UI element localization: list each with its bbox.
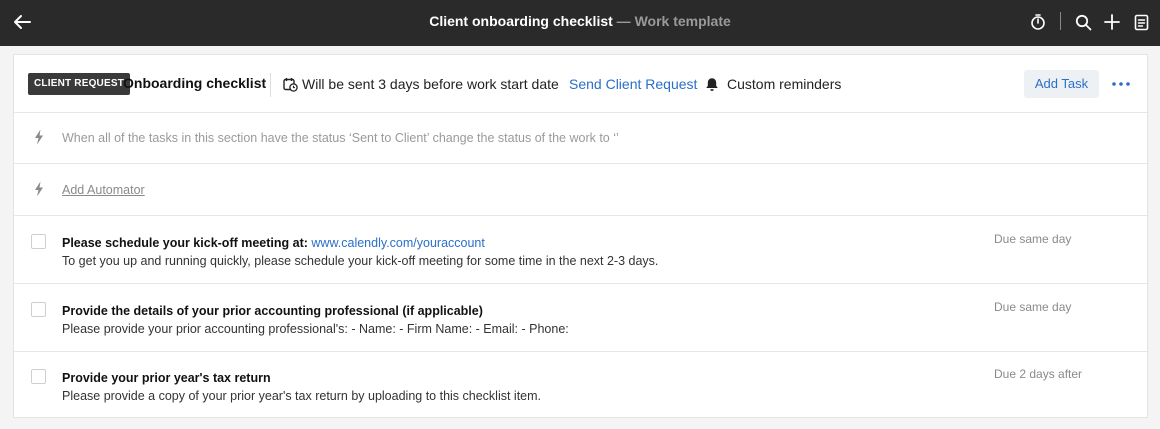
page-title-text: Client onboarding checklist bbox=[429, 13, 613, 29]
task-description: To get you up and running quickly, pleas… bbox=[62, 254, 659, 268]
header-divider bbox=[270, 73, 271, 97]
add-task-button[interactable]: Add Task bbox=[1024, 70, 1099, 98]
topbar-divider bbox=[1060, 12, 1061, 30]
task-title: Please schedule your kick-off meeting at… bbox=[62, 236, 485, 250]
task-description: Please provide your prior accounting pro… bbox=[62, 322, 569, 336]
task-checkbox[interactable] bbox=[31, 234, 46, 249]
custom-reminders-label[interactable]: Custom reminders bbox=[727, 76, 841, 92]
automation-rule-text[interactable]: When all of the tasks in this section ha… bbox=[62, 131, 619, 145]
task-due-date[interactable]: Due same day bbox=[994, 232, 1071, 246]
page-title: Client onboarding checklist — Work templ… bbox=[0, 13, 1160, 29]
section-title: Onboarding checklist bbox=[123, 75, 267, 91]
section-header: CLIENT REQUEST Onboarding checklist Will… bbox=[14, 55, 1149, 113]
plus-icon[interactable] bbox=[1102, 11, 1122, 33]
send-schedule-text: Will be sent 3 days before work start da… bbox=[302, 76, 559, 92]
task-row: Provide your prior year's tax return Ple… bbox=[14, 352, 1149, 418]
task-title-text: Please schedule your kick-off meeting at… bbox=[62, 236, 312, 250]
task-checkbox[interactable] bbox=[31, 302, 46, 317]
automation-rule-row: When all of the tasks in this section ha… bbox=[14, 113, 1149, 164]
page-subtitle: Work template bbox=[634, 13, 731, 29]
task-title: Provide the details of your prior accoun… bbox=[62, 304, 483, 318]
lightning-icon bbox=[32, 180, 46, 198]
more-options-icon[interactable] bbox=[1110, 73, 1132, 95]
timer-icon[interactable] bbox=[1028, 11, 1048, 33]
add-automator-row: Add Automator bbox=[14, 164, 1149, 216]
calendly-link[interactable]: www.calendly.com/youraccount bbox=[311, 236, 484, 250]
bell-icon[interactable] bbox=[704, 75, 720, 93]
client-request-badge: CLIENT REQUEST bbox=[28, 73, 131, 95]
calendar-clock-icon bbox=[282, 75, 298, 93]
task-due-date[interactable]: Due 2 days after bbox=[994, 367, 1082, 381]
title-separator: — bbox=[612, 13, 635, 29]
lightning-icon bbox=[32, 128, 46, 146]
send-client-request-link[interactable]: Send Client Request bbox=[569, 76, 697, 92]
search-icon[interactable] bbox=[1073, 11, 1093, 33]
document-icon[interactable] bbox=[1131, 11, 1151, 33]
checklist-section: CLIENT REQUEST Onboarding checklist Will… bbox=[13, 54, 1149, 418]
task-title: Provide your prior year's tax return bbox=[62, 371, 271, 385]
task-checkbox[interactable] bbox=[31, 369, 46, 384]
top-bar: Client onboarding checklist — Work templ… bbox=[0, 0, 1160, 46]
task-row: Provide the details of your prior accoun… bbox=[14, 284, 1149, 352]
task-due-date[interactable]: Due same day bbox=[994, 300, 1071, 314]
task-description: Please provide a copy of your prior year… bbox=[62, 389, 542, 403]
add-automator-link[interactable]: Add Automator bbox=[62, 183, 145, 197]
task-row: Please schedule your kick-off meeting at… bbox=[14, 216, 1149, 284]
